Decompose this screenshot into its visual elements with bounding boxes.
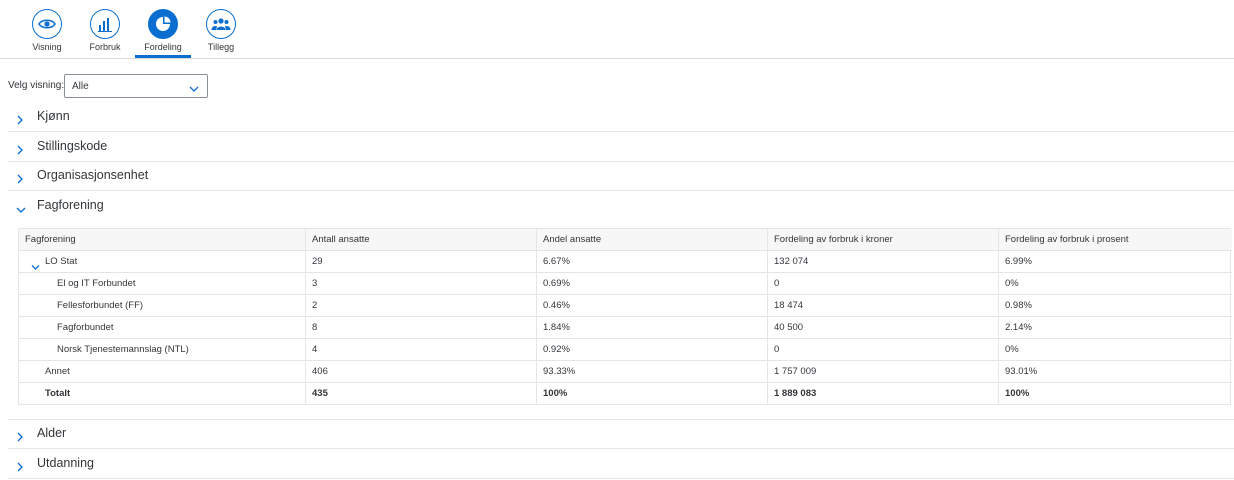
table-cell: 1 757 009 — [768, 361, 999, 383]
column-header[interactable]: Fagforening — [19, 229, 306, 251]
pie-chart-icon — [148, 9, 178, 39]
tab-label: Visning — [32, 42, 62, 52]
column-header[interactable]: Antall ansatte — [306, 229, 537, 251]
icon-tab-bar: Visning Forbruk Fordeling Tillegg — [0, 0, 1234, 59]
view-select[interactable]: Alle — [64, 74, 208, 98]
table-cell: 0% — [1005, 344, 1019, 355]
table-cell: El og IT Forbundet — [19, 273, 306, 295]
table-cell: 1 889 083 — [768, 383, 999, 405]
table-cell: 8 — [306, 317, 537, 339]
panel-title: Stillingskode — [37, 139, 108, 153]
tab-label: Forbruk — [89, 42, 121, 52]
table-cell: Fagforbundet — [19, 317, 306, 339]
table-header-row: Fagforening Antall ansatte Andel ansatte… — [19, 229, 1232, 251]
table-cell: 0.46% — [537, 295, 768, 317]
panel-title: Alder — [37, 426, 67, 440]
table-cell: 6.67% — [537, 251, 768, 273]
table-cell: 100% — [1005, 388, 1030, 399]
table-cell: 40 500 — [768, 317, 999, 339]
eye-icon — [32, 9, 62, 39]
table-row[interactable]: Norsk Tjenestemannslag (NTL) 4 0.92% 0 0… — [19, 339, 1232, 361]
table-cell: 4 — [306, 339, 537, 361]
fagforening-table: Fagforening Antall ansatte Andel ansatte… — [18, 228, 1232, 405]
tab-fordeling[interactable]: Fordeling — [134, 0, 192, 59]
chevron-right-icon — [16, 142, 24, 160]
table-row[interactable]: Annet 406 93.33% 1 757 009 93.01% — [19, 361, 1232, 383]
panel-fagforening[interactable]: Fagforening — [8, 192, 1234, 221]
row-label: LO Stat — [45, 256, 78, 267]
panel-utdanning[interactable]: Utdanning — [8, 450, 1234, 479]
table-row[interactable]: El og IT Forbundet 3 0.69% 0 0% — [19, 273, 1232, 295]
table-cell: 0 — [768, 273, 999, 295]
chevron-down-icon — [189, 81, 199, 99]
table-cell: 29 — [306, 251, 537, 273]
filter-label: Velg visning: — [8, 80, 65, 91]
table-cell: Annet — [19, 361, 306, 383]
tab-tillegg[interactable]: Tillegg — [192, 0, 250, 59]
table-cell: 3 — [306, 273, 537, 295]
panel-stillingskode[interactable]: Stillingskode — [8, 133, 1234, 162]
panel-title: Fagforening — [37, 198, 104, 212]
tab-label: Tillegg — [207, 42, 235, 52]
people-icon — [206, 9, 236, 39]
view-select-value: Alle — [72, 81, 89, 92]
table-cell: Fellesforbundet (FF) — [19, 295, 306, 317]
panel-organisasjonsenhet[interactable]: Organisasjonsenhet — [8, 162, 1234, 191]
table-cell: 0.98% — [1005, 300, 1032, 311]
table-cell: Norsk Tjenestemannslag (NTL) — [19, 339, 306, 361]
table-cell: 0% — [1005, 278, 1019, 289]
tab-visning[interactable]: Visning — [18, 0, 76, 59]
chevron-right-icon — [16, 171, 24, 189]
chevron-right-icon — [16, 459, 24, 477]
table-cell: 6.99% — [1005, 256, 1032, 267]
chevron-right-icon — [16, 112, 24, 130]
column-header[interactable]: Andel ansatte — [537, 229, 768, 251]
tab-forbruk[interactable]: Forbruk — [76, 0, 134, 59]
table-cell: 100% — [537, 383, 768, 405]
table-cell: 2.14% — [1005, 322, 1032, 333]
table-row[interactable]: Fagforbundet 8 1.84% 40 500 2.14% — [19, 317, 1232, 339]
table-total-row[interactable]: Totalt 435 100% 1 889 083 100% — [19, 383, 1232, 405]
table-cell: 1.84% — [537, 317, 768, 339]
panel-title: Utdanning — [37, 456, 94, 470]
table-cell: 0.69% — [537, 273, 768, 295]
panel-kjonn[interactable]: Kjønn — [8, 103, 1234, 132]
chevron-right-icon — [16, 429, 24, 447]
chevron-down-icon[interactable] — [31, 258, 40, 273]
table-cell: 0 — [768, 339, 999, 361]
table-cell: 132 074 — [768, 251, 999, 273]
chevron-down-icon — [16, 201, 26, 219]
table-row[interactable]: LO Stat 29 6.67% 132 074 6.99% — [19, 251, 1232, 273]
panel-alder[interactable]: Alder — [8, 420, 1234, 449]
tab-label: Fordeling — [144, 42, 182, 52]
panel-title: Organisasjonsenhet — [37, 168, 149, 182]
table-cell: 435 — [306, 383, 537, 405]
table-cell: 406 — [306, 361, 537, 383]
bar-chart-icon — [90, 9, 120, 39]
panel-title: Kjønn — [37, 109, 70, 123]
table-cell: 0.92% — [537, 339, 768, 361]
table-cell: 93.33% — [537, 361, 768, 383]
table-cell: 93.01% — [1005, 366, 1038, 377]
table-cell: LO Stat — [19, 251, 306, 273]
active-tab-indicator — [135, 55, 191, 58]
table-cell: 18 474 — [768, 295, 999, 317]
table-cell: 2 — [306, 295, 537, 317]
column-header[interactable]: Fordeling av forbruk i prosent — [999, 229, 1232, 251]
column-header[interactable]: Fordeling av forbruk i kroner — [768, 229, 999, 251]
table-row[interactable]: Fellesforbundet (FF) 2 0.46% 18 474 0.98… — [19, 295, 1232, 317]
table-cell: Totalt — [19, 383, 306, 405]
